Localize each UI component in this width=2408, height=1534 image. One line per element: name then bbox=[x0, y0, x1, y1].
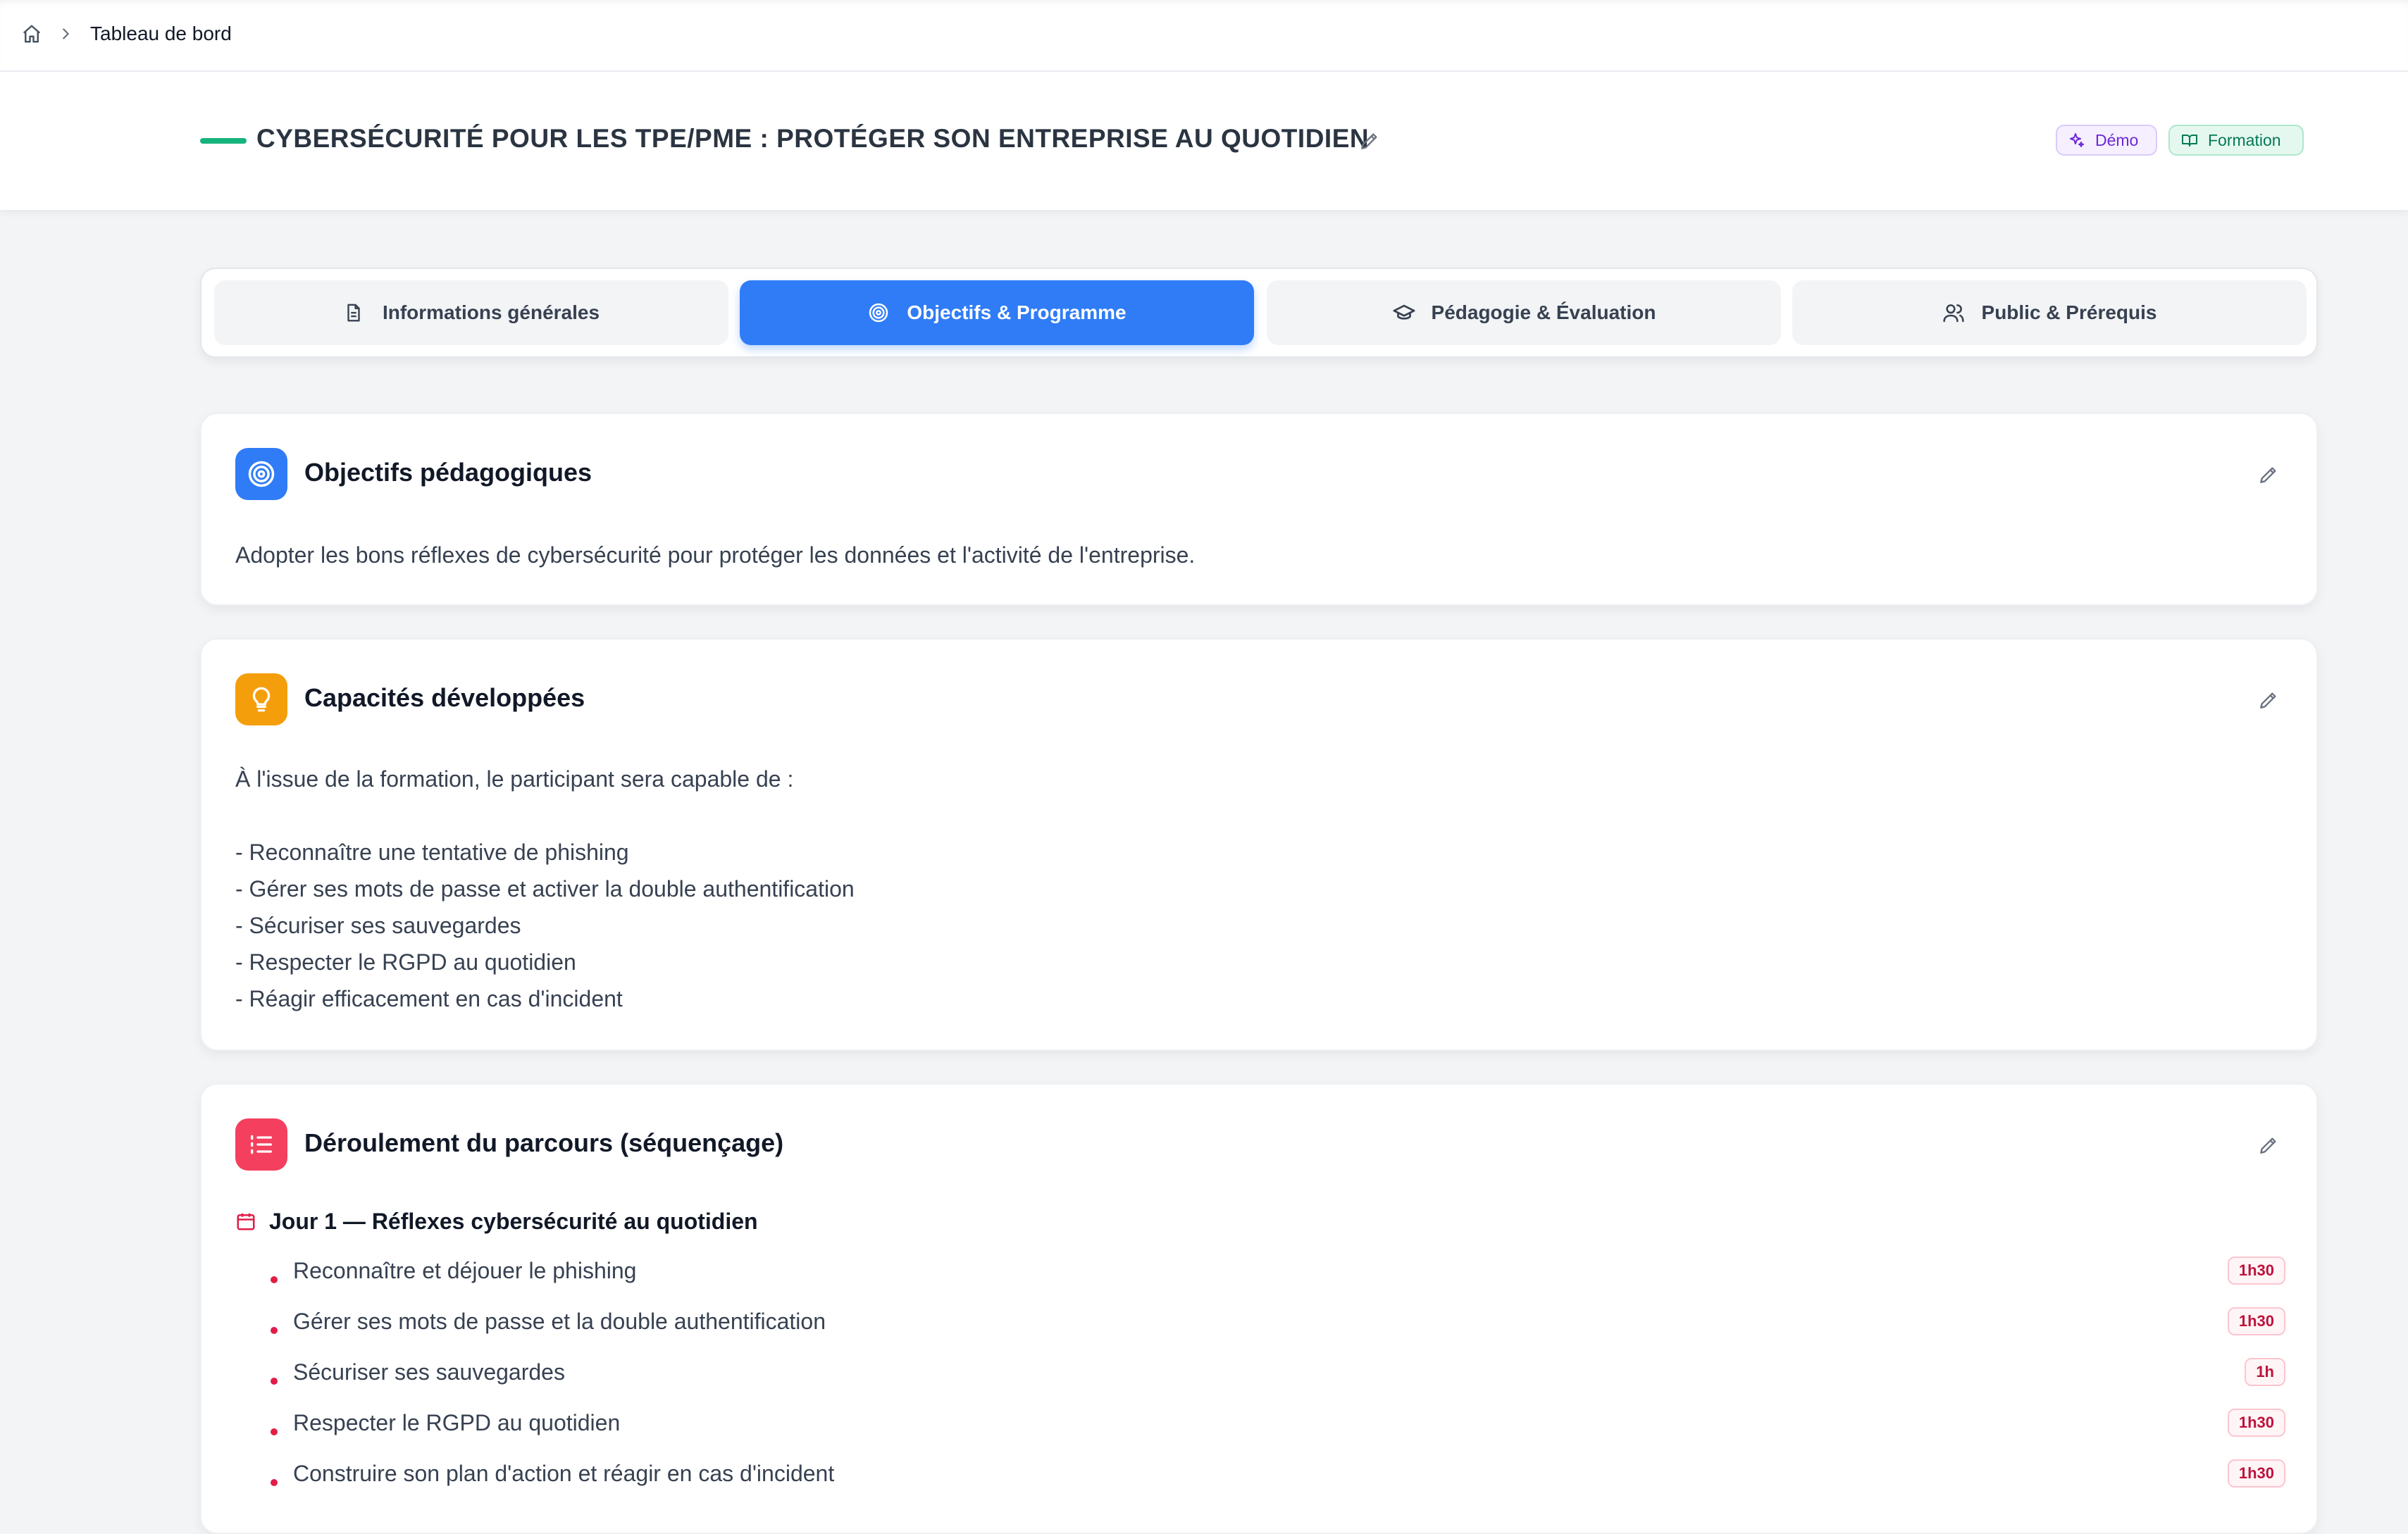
demo-badge-label: Démo bbox=[2095, 130, 2139, 149]
home-icon[interactable] bbox=[20, 22, 44, 46]
breadcrumb-bar: Tableau de bord bbox=[0, 0, 2408, 72]
duration-badge: 1h30 bbox=[2227, 1307, 2285, 1335]
tab-label: Public & Prérequis bbox=[1981, 301, 2157, 323]
calendar-icon bbox=[235, 1209, 259, 1233]
edit-objectifs-pencil-icon[interactable] bbox=[2254, 461, 2283, 489]
list-item: Reconnaître et déjouer le phishing 1h30 bbox=[271, 1252, 2285, 1295]
objectifs-line: Adopter les bons réflexes de cybersécuri… bbox=[235, 542, 1196, 568]
sparkles-icon bbox=[2068, 131, 2087, 149]
formation-badge-label: Formation bbox=[2208, 130, 2281, 149]
tab-label: Objectifs & Programme bbox=[907, 301, 1127, 323]
duration-badge: 1h30 bbox=[2227, 1256, 2285, 1285]
tab-informations-generales[interactable]: Informations générales bbox=[214, 280, 728, 345]
sequence-label: Construire son plan d'action et réagir e… bbox=[293, 1461, 835, 1486]
target-icon bbox=[867, 301, 891, 325]
title-accent-bar bbox=[200, 138, 247, 144]
page-header: CYBERSÉCURITÉ POUR LES TPE/PME : PROTÉGE… bbox=[0, 72, 2408, 210]
deroulement-card: Déroulement du parcours (séquençage) Jou… bbox=[200, 1083, 2318, 1534]
users-icon bbox=[1942, 301, 1966, 325]
duration-badge: 1h30 bbox=[2227, 1459, 2285, 1488]
capacite-item: - Respecter le RGPD au quotidien bbox=[235, 949, 576, 975]
bullet-dot bbox=[271, 1428, 278, 1435]
objectifs-card: Objectifs pédagogiques Adopter les bons … bbox=[200, 413, 2318, 606]
list-item: Gérer ses mots de passe et la double aut… bbox=[271, 1303, 2285, 1345]
bullet-dot bbox=[271, 1276, 278, 1283]
chevron-right-icon bbox=[54, 22, 77, 46]
objectifs-title: Objectifs pédagogiques bbox=[304, 458, 592, 487]
edit-deroulement-pencil-icon[interactable] bbox=[2254, 1131, 2283, 1159]
capacites-title: Capacités développées bbox=[304, 683, 585, 712]
sequence-label: Respecter le RGPD au quotidien bbox=[293, 1410, 621, 1435]
capacite-item: - Gérer ses mots de passe et activer la … bbox=[235, 876, 855, 902]
breadcrumb-current[interactable]: Tableau de bord bbox=[90, 23, 232, 45]
capacites-text: À l'issue de la formation, le participan… bbox=[235, 761, 855, 1017]
tab-pedagogie-evaluation[interactable]: Pédagogie & Évaluation bbox=[1267, 280, 1781, 345]
tab-objectifs-programme[interactable]: Objectifs & Programme bbox=[740, 280, 1254, 345]
day-1-header: Jour 1 — Réflexes cybersécurité au quoti… bbox=[235, 1206, 758, 1237]
breadcrumb: Tableau de bord bbox=[20, 20, 232, 48]
duration-badge: 1h bbox=[2245, 1358, 2285, 1386]
edit-capacites-pencil-icon[interactable] bbox=[2254, 686, 2283, 714]
day-1-label: Jour 1 — Réflexes cybersécurité au quoti… bbox=[269, 1208, 758, 1234]
list-item: Construire son plan d'action et réagir e… bbox=[271, 1455, 2285, 1497]
capacite-item: - Sécuriser ses sauvegardes bbox=[235, 913, 521, 938]
tab-bar: Informations générales Objectifs & Progr… bbox=[200, 268, 2318, 358]
book-open-icon bbox=[2181, 131, 2199, 149]
tab-label: Informations générales bbox=[382, 301, 600, 323]
target-icon bbox=[235, 448, 287, 500]
duration-badge: 1h30 bbox=[2227, 1409, 2285, 1437]
deroulement-title: Déroulement du parcours (séquençage) bbox=[304, 1128, 784, 1157]
formation-badge: Formation bbox=[2168, 125, 2304, 156]
demo-badge: Démo bbox=[2056, 125, 2157, 156]
capacites-intro: À l'issue de la formation, le participan… bbox=[235, 766, 794, 792]
edit-title-pencil-icon[interactable] bbox=[1355, 127, 1384, 155]
sequence-label: Reconnaître et déjouer le phishing bbox=[293, 1258, 637, 1283]
bullet-dot bbox=[271, 1327, 278, 1334]
tab-label: Pédagogie & Évaluation bbox=[1431, 301, 1656, 323]
page-title: CYBERSÉCURITÉ POUR LES TPE/PME : PROTÉGE… bbox=[256, 124, 1370, 153]
file-icon bbox=[343, 301, 367, 325]
objectifs-text: Adopter les bons réflexes de cybersécuri… bbox=[235, 537, 1195, 573]
tab-public-prerequis[interactable]: Public & Prérequis bbox=[1792, 280, 2307, 345]
bullet-dot bbox=[271, 1378, 278, 1385]
graduation-cap-icon bbox=[1392, 301, 1416, 325]
list-icon bbox=[235, 1118, 287, 1171]
bullet-dot bbox=[271, 1479, 278, 1486]
lightbulb-icon bbox=[235, 673, 287, 725]
sequence-label: Gérer ses mots de passe et la double aut… bbox=[293, 1309, 826, 1334]
capacite-item: - Réagir efficacement en cas d'incident bbox=[235, 986, 623, 1011]
list-item: Respecter le RGPD au quotidien 1h30 bbox=[271, 1404, 2285, 1447]
sequence-label: Sécuriser ses sauvegardes bbox=[293, 1359, 565, 1385]
capacite-item: - Reconnaître une tentative de phishing bbox=[235, 840, 629, 865]
capacites-card: Capacités développées À l'issue de la fo… bbox=[200, 638, 2318, 1051]
list-item: Sécuriser ses sauvegardes 1h bbox=[271, 1354, 2285, 1396]
